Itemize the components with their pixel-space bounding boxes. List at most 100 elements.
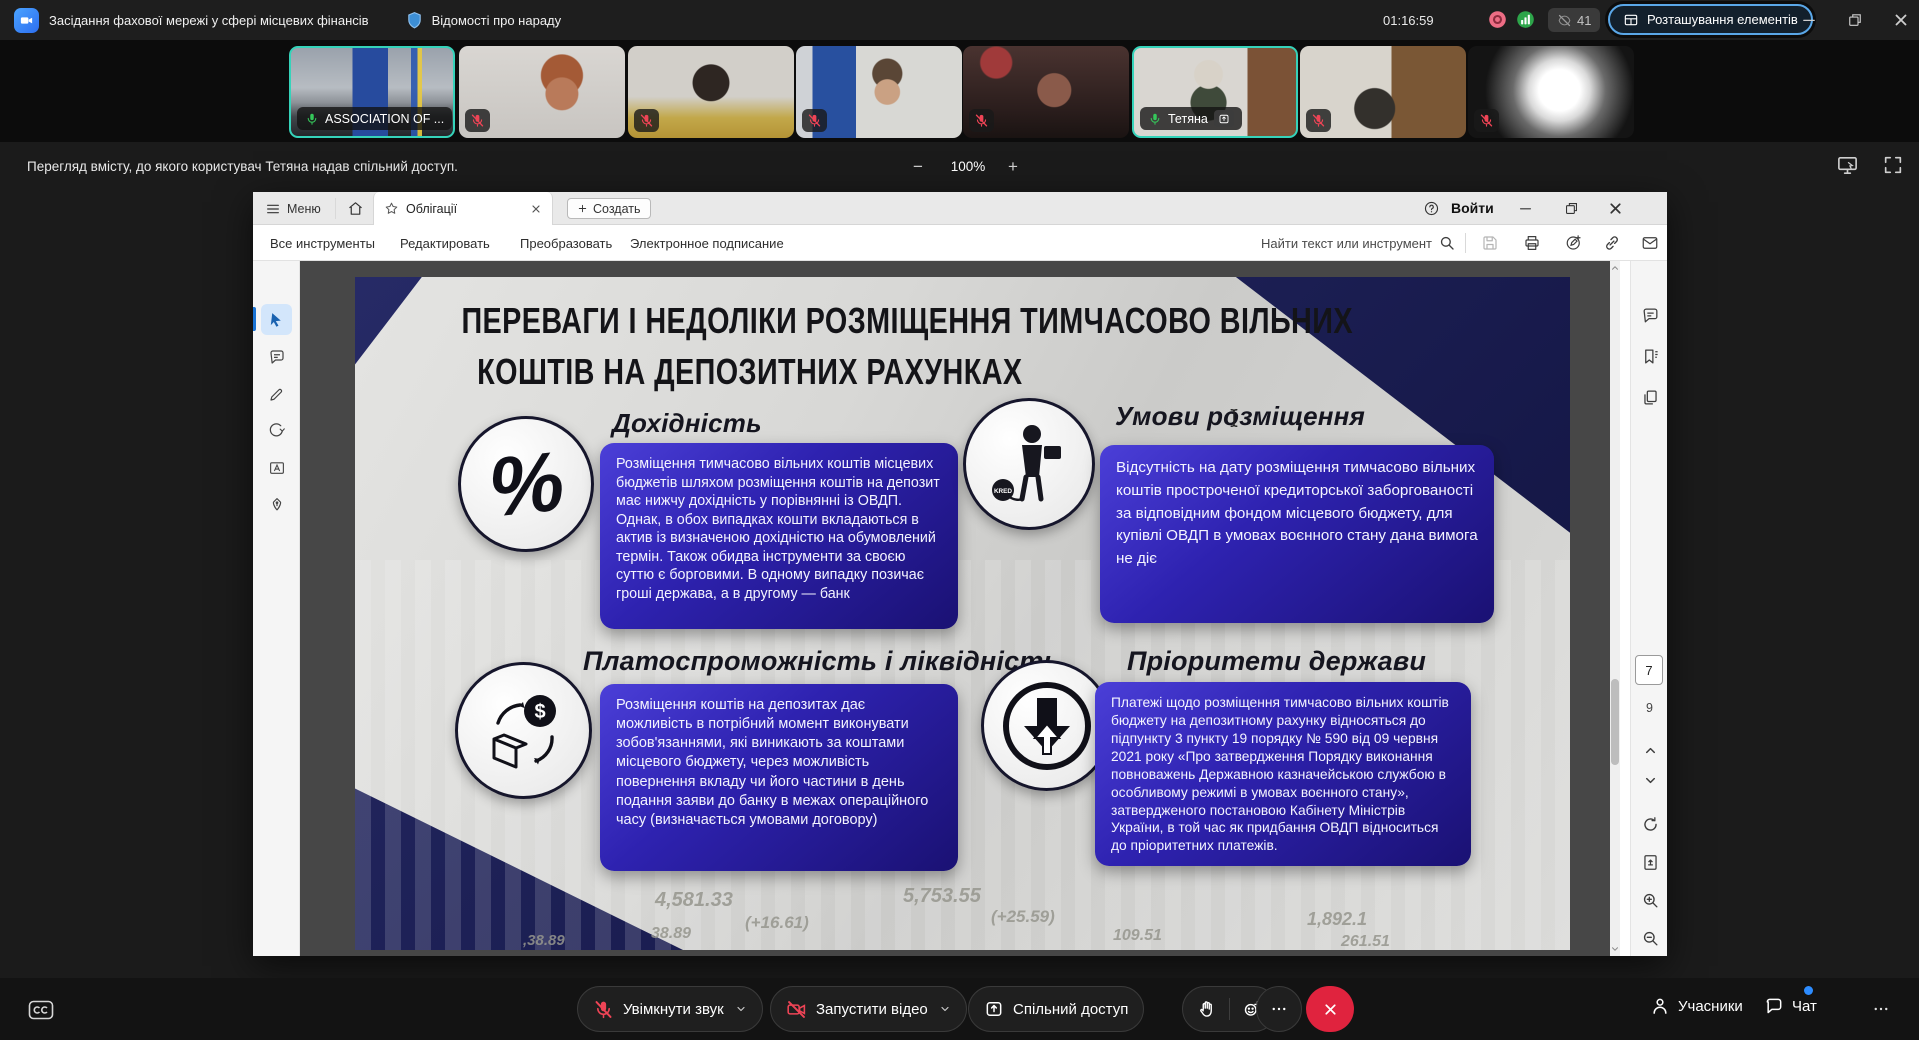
- kred-label: KRED: [994, 488, 1012, 495]
- video-thumbnail-presenter[interactable]: Тетяна: [1132, 46, 1298, 138]
- pdf-restore-button[interactable]: [1563, 200, 1580, 217]
- video-thumbnails-strip: ASSOCIATION OF ... Тетяна: [0, 40, 1919, 142]
- pdf-signin-button[interactable]: Войти: [1451, 200, 1494, 216]
- unmute-button[interactable]: Увімкнути звук: [577, 986, 763, 1032]
- captions-icon[interactable]: [28, 1000, 54, 1020]
- mic-muted-icon: [470, 113, 485, 128]
- hamburger-icon: [265, 201, 281, 217]
- video-thumbnail[interactable]: [1468, 46, 1634, 138]
- participants-button[interactable]: Учасники: [1650, 996, 1743, 1016]
- restore-window-button[interactable]: [1846, 11, 1864, 29]
- menu-all-tools[interactable]: Все инструменты: [270, 225, 375, 261]
- close-icon: [1322, 1001, 1339, 1018]
- video-thumbnail[interactable]: [628, 46, 794, 138]
- share-link-icon[interactable]: [1603, 234, 1621, 252]
- hidden-participants-pill[interactable]: 41: [1548, 8, 1600, 32]
- screen-sharing-badge-icon: [1214, 110, 1234, 127]
- print-icon[interactable]: [1523, 234, 1541, 252]
- fill-sign-tool-button[interactable]: [261, 489, 292, 520]
- select-tool-button[interactable]: [261, 304, 292, 335]
- ellipsis-icon: [1270, 1000, 1288, 1018]
- highlight-tool-button[interactable]: [261, 378, 292, 409]
- pdf-menu-button[interactable]: Меню: [265, 192, 321, 225]
- rotate-page-button[interactable]: [1639, 813, 1661, 835]
- marker-pen-icon: [268, 385, 286, 403]
- zoom-out-page-button[interactable]: [1639, 927, 1661, 949]
- hidden-count: 41: [1577, 13, 1591, 28]
- camera-muted-icon: [786, 999, 807, 1020]
- menu-esign[interactable]: Электронное подписание: [630, 225, 784, 261]
- participant-name: ASSOCIATION OF ...: [325, 112, 444, 126]
- zoom-out-button[interactable]: −: [905, 154, 931, 180]
- chat-button[interactable]: Чат: [1764, 996, 1817, 1016]
- video-thumbnail[interactable]: [459, 46, 625, 138]
- unmute-label: Увімкнути звук: [623, 1001, 724, 1018]
- more-options-button[interactable]: [1256, 986, 1302, 1032]
- help-icon[interactable]: [1423, 200, 1440, 217]
- minimize-button[interactable]: [1800, 11, 1818, 29]
- pdf-close-button[interactable]: [1607, 200, 1624, 217]
- email-icon[interactable]: [1641, 234, 1659, 252]
- add-text-tool-button[interactable]: [261, 452, 292, 483]
- pdf-left-tool-rail: [253, 261, 300, 956]
- view-options-icon[interactable]: [1836, 154, 1859, 177]
- comment-tool-button[interactable]: [261, 341, 292, 372]
- menu-edit[interactable]: Редактировать: [400, 225, 490, 261]
- leave-meeting-button[interactable]: [1306, 986, 1354, 1032]
- comments-panel-button[interactable]: [1639, 304, 1661, 326]
- draw-tool-button[interactable]: [261, 415, 292, 446]
- percent-icon: %: [458, 416, 594, 552]
- video-thumbnail[interactable]: [796, 46, 962, 138]
- pdf-home-button[interactable]: [347, 192, 364, 225]
- chevron-down-icon[interactable]: [735, 1003, 747, 1015]
- mic-muted-icon: [807, 113, 822, 128]
- mic-on-icon: [305, 112, 319, 126]
- pdf-search-label[interactable]: Найти текст или инструмент: [1261, 225, 1432, 261]
- meeting-control-bar: Увімкнути звук Запустити відео Спільний …: [0, 978, 1919, 1040]
- raise-hand-icon[interactable]: [1197, 999, 1217, 1019]
- next-page-button[interactable]: [1639, 769, 1661, 791]
- close-window-button[interactable]: [1892, 11, 1910, 29]
- video-thumbnail[interactable]: [963, 46, 1129, 138]
- pdf-create-button[interactable]: Создать: [567, 198, 651, 219]
- layout-elements-button[interactable]: Розташування елементів: [1608, 4, 1813, 35]
- pdf-scrollbar[interactable]: [1610, 261, 1620, 956]
- fit-page-button[interactable]: [1639, 851, 1661, 873]
- ticker-watermark: ,38.89: [523, 932, 565, 949]
- comment-icon: [268, 348, 286, 366]
- chevron-down-icon: [1643, 773, 1658, 788]
- save-icon[interactable]: [1481, 234, 1499, 252]
- video-thumbnail[interactable]: ASSOCIATION OF ...: [289, 46, 455, 138]
- ai-assistant-icon[interactable]: [1565, 234, 1583, 252]
- box-dollar-icon: $: [455, 662, 592, 799]
- bookmarks-panel-button[interactable]: [1639, 345, 1661, 367]
- video-thumbnail[interactable]: [1300, 46, 1466, 138]
- chevron-down-icon[interactable]: [939, 1003, 951, 1015]
- meeting-info-button[interactable]: Відомості про нараду: [405, 11, 562, 30]
- previous-page-button[interactable]: [1639, 739, 1661, 761]
- pdf-title-bar: Меню Облігації Создать Войти: [253, 192, 1667, 225]
- search-icon[interactable]: [1438, 234, 1456, 252]
- pdf-document-tab[interactable]: Облігації: [373, 192, 553, 225]
- participants-label: Учасники: [1678, 998, 1743, 1015]
- pdf-page-viewport: ПЕРЕВАГИ І НЕДОЛІКИ РОЗМІЩЕННЯ ТИМЧАСОВО…: [300, 261, 1610, 956]
- pdf-minimize-button[interactable]: [1517, 200, 1534, 217]
- start-video-button[interactable]: Запустити відео: [770, 986, 967, 1032]
- zoom-in-page-button[interactable]: [1639, 889, 1661, 911]
- tab-close-icon[interactable]: [530, 203, 542, 215]
- slide-page: ПЕРЕВАГИ І НЕДОЛІКИ РОЗМІЩЕННЯ ТИМЧАСОВО…: [355, 277, 1570, 950]
- create-label: Создать: [593, 202, 641, 216]
- scrollbar-thumb[interactable]: [1611, 679, 1619, 765]
- meeting-info-label: Відомості про нараду: [432, 13, 562, 28]
- pages-panel-button[interactable]: [1639, 386, 1661, 408]
- more-menu-icon[interactable]: [1872, 1000, 1890, 1018]
- pdf-menu-label: Меню: [287, 202, 321, 216]
- recording-indicator-icon[interactable]: [1487, 9, 1508, 30]
- zoom-in-button[interactable]: +: [1000, 154, 1026, 180]
- share-screen-button[interactable]: Спільний доступ: [968, 986, 1144, 1032]
- fullscreen-icon[interactable]: [1882, 154, 1904, 176]
- connection-stats-icon[interactable]: [1515, 9, 1536, 30]
- menu-convert[interactable]: Преобразовать: [520, 225, 612, 261]
- fit-page-icon: [1641, 853, 1660, 872]
- page-number-input[interactable]: 7: [1635, 655, 1663, 685]
